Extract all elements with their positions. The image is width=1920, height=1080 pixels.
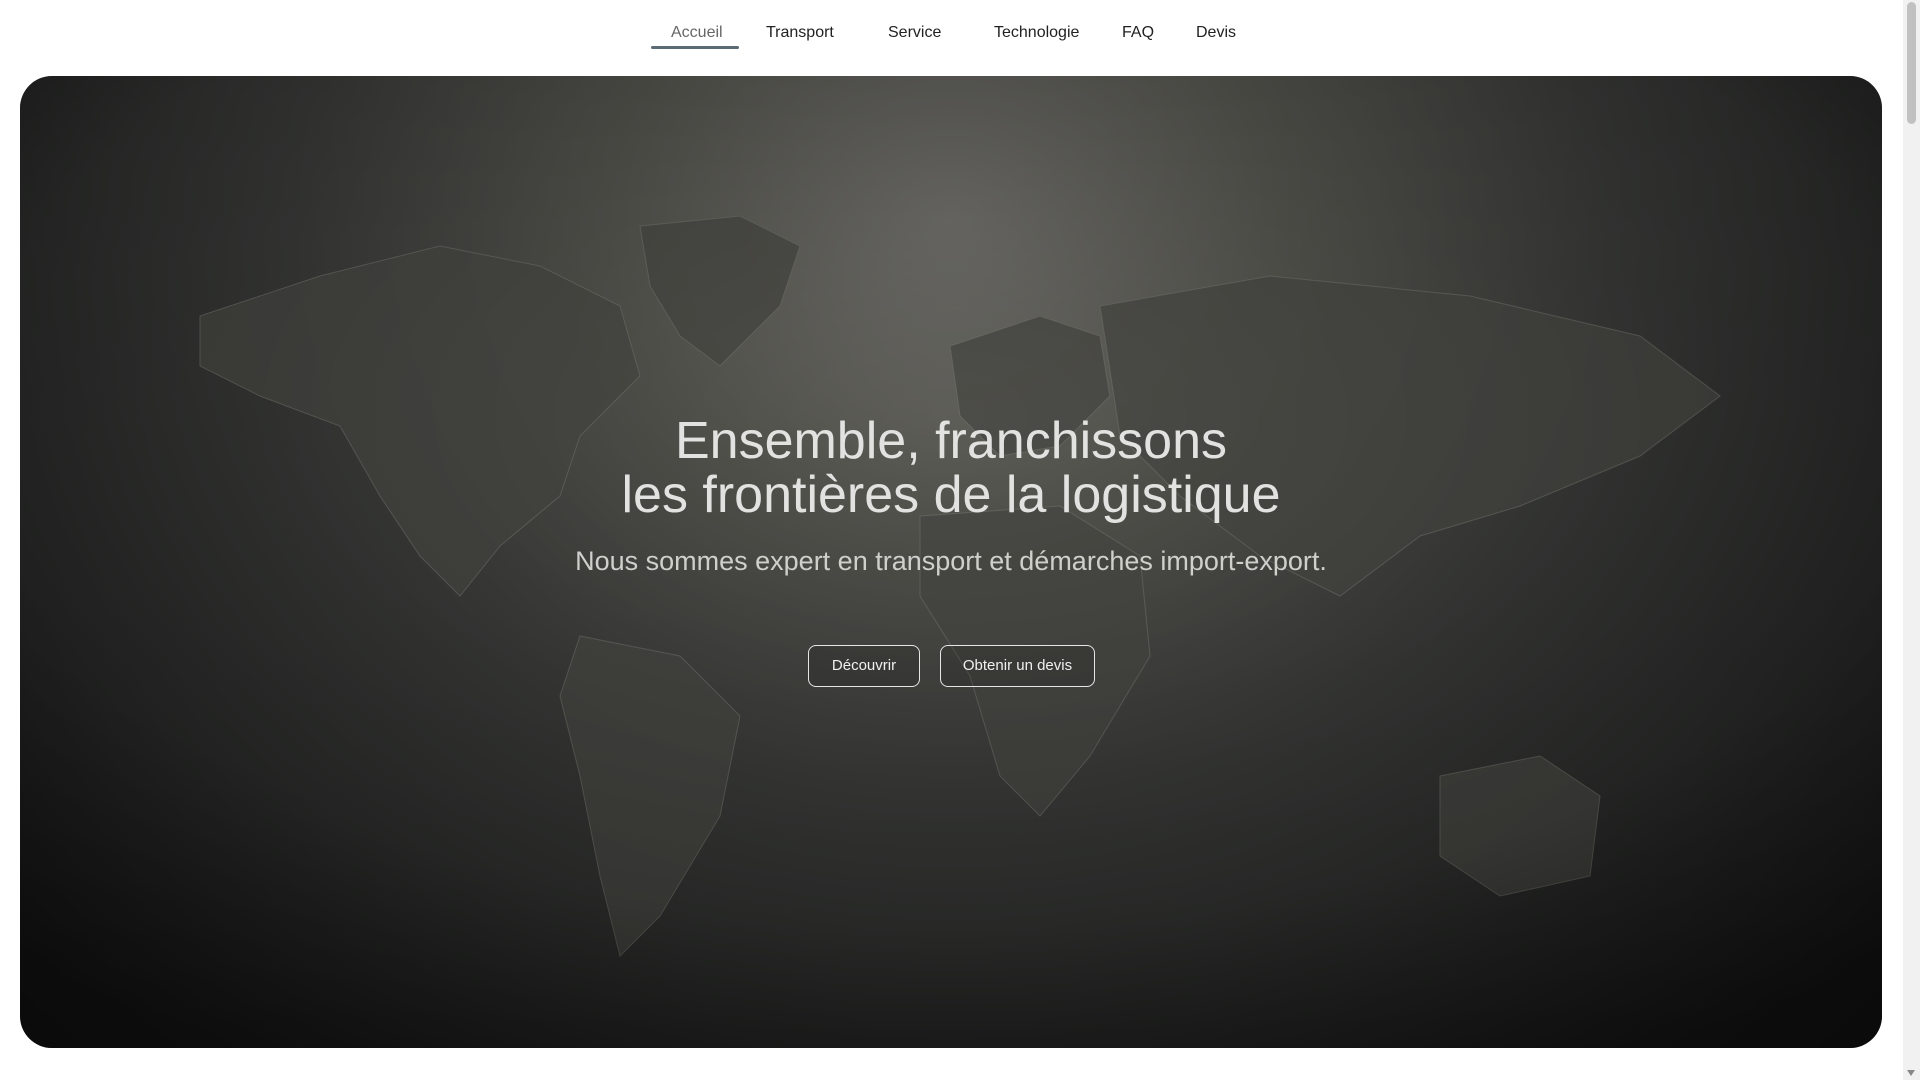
discover-button[interactable]: Découvrir [808, 645, 920, 687]
nav-item-faq[interactable]: FAQ [1122, 24, 1154, 42]
nav-item-service[interactable]: Service [888, 24, 941, 42]
scroll-down-arrow-icon[interactable] [1907, 1070, 1915, 1076]
hero-title-line1: Ensemble, franchissons [674, 412, 1228, 470]
get-quote-button[interactable]: Obtenir un devis [940, 645, 1095, 687]
hero-content: Ensemble, franchissons les frontières de… [20, 76, 1882, 1048]
page-scrollbar[interactable] [1903, 0, 1920, 1080]
scrollbar-thumb[interactable] [1907, 2, 1916, 124]
hero-subtitle: Nous sommes expert en transport et démar… [575, 546, 1327, 576]
main-nav: Accueil Transport Service Technologie FA… [0, 0, 1900, 76]
hero-title: Ensemble, franchissons les frontières de… [20, 414, 1882, 522]
hero-section: Ensemble, franchissons les frontières de… [20, 76, 1882, 1048]
nav-item-technologie[interactable]: Technologie [994, 24, 1079, 42]
page: Accueil Transport Service Technologie FA… [0, 0, 1920, 1080]
nav-active-underline [651, 46, 739, 49]
nav-item-accueil[interactable]: Accueil [671, 24, 723, 42]
nav-item-transport[interactable]: Transport [766, 24, 834, 42]
nav-item-devis[interactable]: Devis [1196, 24, 1236, 42]
hero-title-line2: les frontières de la logistique [621, 466, 1281, 524]
